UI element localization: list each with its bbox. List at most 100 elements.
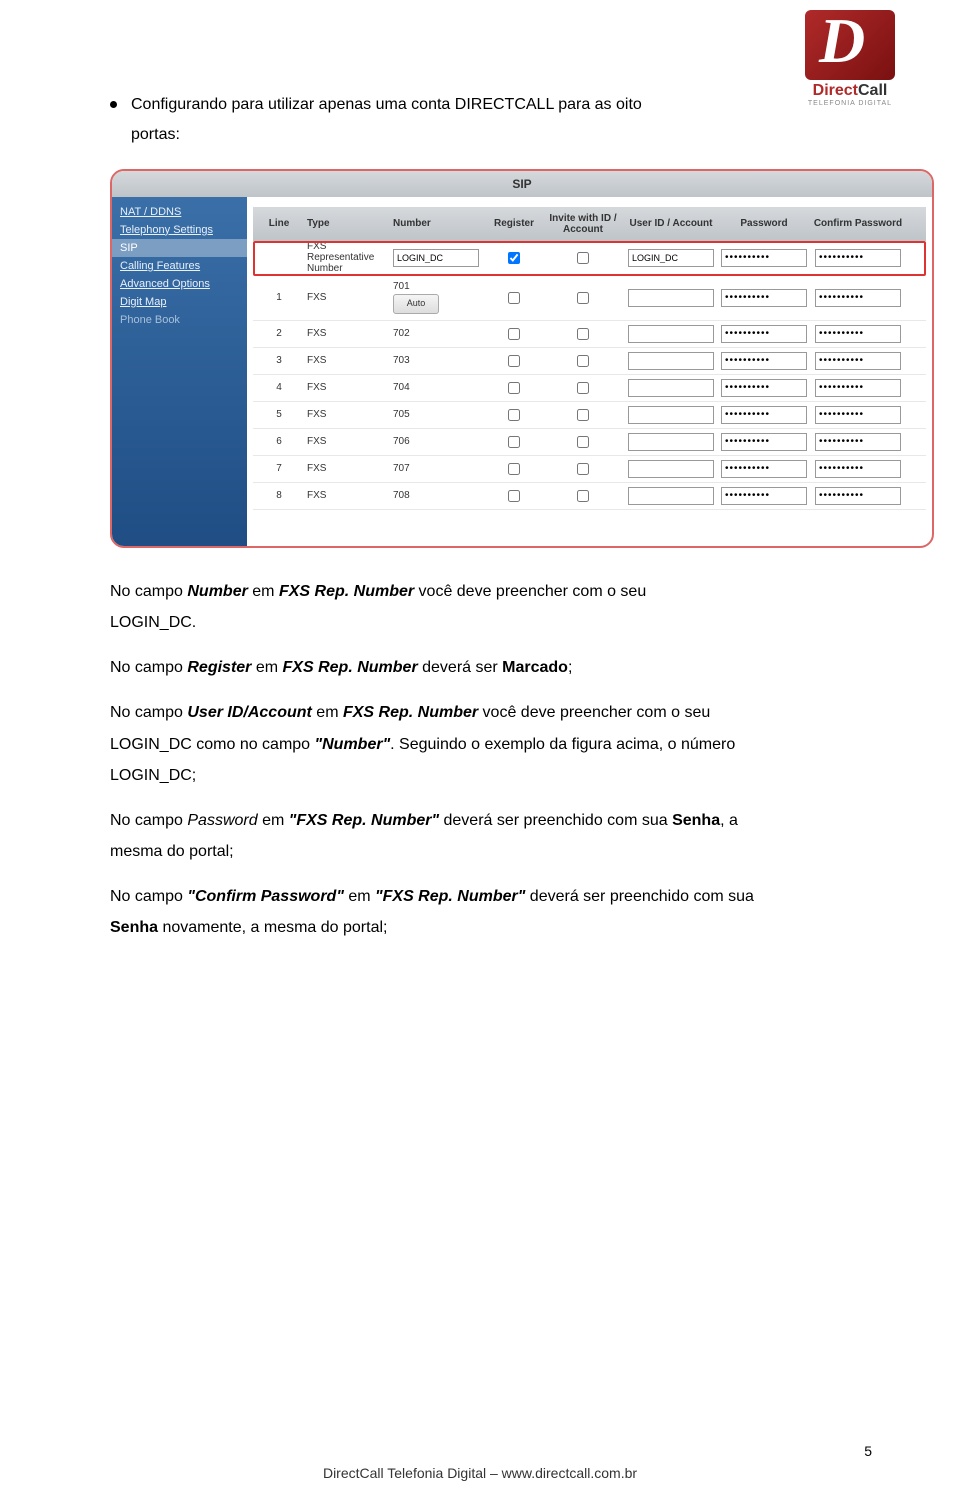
cell-type: FXS: [305, 328, 389, 339]
sidebar-item-digitmap[interactable]: Digit Map: [112, 293, 247, 311]
cell-number: 705: [389, 409, 487, 420]
table-header: Line Type Number Register Invite with ID…: [253, 207, 926, 241]
invite-checkbox[interactable]: [577, 436, 589, 448]
table-row: 8FXS708: [253, 483, 926, 510]
confirm-password-input[interactable]: [815, 379, 901, 397]
cell-type: FXS Representative Number: [305, 241, 389, 274]
panel-title: SIP: [112, 171, 932, 197]
bullet-icon: [110, 101, 117, 108]
auto-button[interactable]: Auto: [393, 294, 439, 314]
sidebar-item-sip[interactable]: SIP: [112, 239, 247, 257]
confirm-password-input[interactable]: [815, 433, 901, 451]
register-checkbox[interactable]: [508, 292, 520, 304]
hdr-register: Register: [487, 218, 541, 229]
register-checkbox[interactable]: [508, 463, 520, 475]
userid-input[interactable]: [628, 289, 714, 307]
paragraph-5: No campo "Confirm Password" em "FXS Rep.…: [110, 881, 870, 943]
cell-type: FXS: [305, 490, 389, 501]
cell-line: 1: [253, 292, 305, 303]
cell-type: FXS: [305, 463, 389, 474]
cell-number: 706: [389, 436, 487, 447]
sidebar-item-phonebook[interactable]: Phone Book: [112, 311, 247, 329]
cell-line: 8: [253, 490, 305, 501]
table-row: 3FXS703: [253, 348, 926, 375]
paragraph-4: No campo Password em "FXS Rep. Number" d…: [110, 805, 870, 867]
invite-checkbox[interactable]: [577, 382, 589, 394]
invite-checkbox[interactable]: [577, 409, 589, 421]
register-checkbox[interactable]: [508, 355, 520, 367]
cell-number: 701Auto: [389, 281, 487, 314]
userid-input[interactable]: [628, 352, 714, 370]
userid-input[interactable]: [628, 325, 714, 343]
hdr-userid: User ID / Account: [625, 218, 717, 229]
config-screenshot: SIP NAT / DDNS Telephony Settings SIP Ca…: [110, 169, 934, 548]
sip-table: Line Type Number Register Invite with ID…: [247, 197, 932, 546]
invite-checkbox[interactable]: [577, 463, 589, 475]
confirm-password-input[interactable]: [815, 352, 901, 370]
userid-input[interactable]: [628, 460, 714, 478]
hdr-line: Line: [253, 218, 305, 229]
page-footer: DirectCall Telefonia Digital – www.direc…: [0, 1465, 960, 1481]
hdr-type: Type: [305, 218, 389, 229]
confirm-password-input[interactable]: [815, 487, 901, 505]
password-input[interactable]: [721, 406, 807, 424]
invite-checkbox[interactable]: [577, 355, 589, 367]
bullet-text-1: Configurando para utilizar apenas uma co…: [131, 96, 642, 113]
sidebar-item-advanced[interactable]: Advanced Options: [112, 275, 247, 293]
logo-subtitle: TELEFONIA DIGITAL: [780, 100, 920, 107]
cell-number: 702: [389, 328, 487, 339]
cell-type: FXS: [305, 355, 389, 366]
userid-input[interactable]: [628, 487, 714, 505]
confirm-password-input[interactable]: [815, 460, 901, 478]
cell-line: 5: [253, 409, 305, 420]
cell-type: FXS: [305, 382, 389, 393]
invite-checkbox[interactable]: [577, 328, 589, 340]
logo-word1: Direct: [813, 82, 858, 99]
password-input[interactable]: [721, 352, 807, 370]
userid-input[interactable]: [628, 249, 714, 267]
table-row: 4FXS704: [253, 375, 926, 402]
password-input[interactable]: [721, 487, 807, 505]
paragraph-1: No campo Number em FXS Rep. Number você …: [110, 576, 870, 638]
confirm-password-input[interactable]: [815, 249, 901, 267]
cell-line: 2: [253, 328, 305, 339]
table-row: 1FXS701Auto: [253, 276, 926, 321]
userid-input[interactable]: [628, 379, 714, 397]
cell-line: 7: [253, 463, 305, 474]
table-row: 2FXS702: [253, 321, 926, 348]
invite-checkbox[interactable]: [577, 490, 589, 502]
confirm-password-input[interactable]: [815, 406, 901, 424]
password-input[interactable]: [721, 325, 807, 343]
hdr-number: Number: [389, 218, 487, 229]
cell-line: 3: [253, 355, 305, 366]
sidebar-item-telephony[interactable]: Telephony Settings: [112, 221, 247, 239]
password-input[interactable]: [721, 379, 807, 397]
confirm-password-input[interactable]: [815, 289, 901, 307]
password-input[interactable]: [721, 249, 807, 267]
register-checkbox[interactable]: [508, 490, 520, 502]
userid-input[interactable]: [628, 406, 714, 424]
register-checkbox[interactable]: [508, 436, 520, 448]
register-checkbox[interactable]: [508, 382, 520, 394]
table-row: 7FXS707: [253, 456, 926, 483]
sidebar-item-calling[interactable]: Calling Features: [112, 257, 247, 275]
hdr-password: Password: [717, 218, 811, 229]
register-checkbox[interactable]: [508, 252, 520, 264]
number-input[interactable]: [393, 249, 479, 267]
paragraph-2: No campo Register em FXS Rep. Number dev…: [110, 652, 870, 683]
password-input[interactable]: [721, 460, 807, 478]
register-checkbox[interactable]: [508, 409, 520, 421]
userid-input[interactable]: [628, 433, 714, 451]
hdr-confirm: Confirm Password: [811, 218, 905, 229]
password-input[interactable]: [721, 433, 807, 451]
table-row: 6FXS706: [253, 429, 926, 456]
invite-checkbox[interactable]: [577, 252, 589, 264]
register-checkbox[interactable]: [508, 328, 520, 340]
password-input[interactable]: [721, 289, 807, 307]
cell-type: FXS: [305, 292, 389, 303]
sidebar-item-nat[interactable]: NAT / DDNS: [112, 203, 247, 221]
invite-checkbox[interactable]: [577, 292, 589, 304]
cell-number: 704: [389, 382, 487, 393]
logo-text: DirectCall: [780, 82, 920, 100]
confirm-password-input[interactable]: [815, 325, 901, 343]
